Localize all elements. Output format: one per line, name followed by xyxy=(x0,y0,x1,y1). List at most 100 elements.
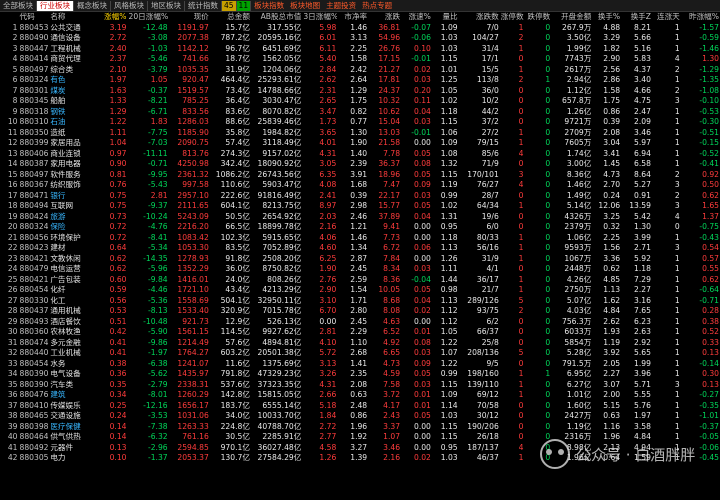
cell-1: 880454 xyxy=(19,285,49,294)
tab-4[interactable]: 地区板块 xyxy=(148,0,185,11)
tab-6[interactable]: 45 xyxy=(222,0,237,11)
table-row[interactable]: 33 880454 水务 0.38 -6.38 1241.07 11.6亿 1375.69亿 3… xyxy=(0,359,720,370)
table-row[interactable]: 29 880493 酒店餐饮 0.51 -10.48 921.73 12.9亿 526.13亿… xyxy=(0,317,720,328)
table-row[interactable]: 9 880318 钢铁 1.29 -6.71 833.56 83.6亿 8070.82亿 3.4… xyxy=(0,107,720,118)
tab-0[interactable]: 全部板块 xyxy=(0,0,37,11)
column-header[interactable]: 涨速% xyxy=(401,12,432,23)
table-row[interactable]: 22 880423 建材 0.64 -5.34 1053.30 83.5亿 7052.89亿 4… xyxy=(0,243,720,254)
column-header[interactable]: 现价 xyxy=(168,12,210,23)
cell-20: 0.38 xyxy=(702,316,719,326)
column-header[interactable]: 涨停数 xyxy=(499,12,525,23)
tab-11[interactable]: 热点专题 xyxy=(359,1,395,11)
table-row[interactable]: 8 880345 船舶 1.33 -8.21 785.25 36.4亿 3030.47亿 2.6… xyxy=(0,96,720,107)
table-row[interactable]: 12 880399 家居用品 1.04 -7.03 2090.75 57.4亿 3118.49… xyxy=(0,138,720,149)
cell-15: 0 xyxy=(545,201,551,210)
cell-16: 5.28亿 xyxy=(566,348,592,357)
table-row[interactable]: 30 880360 农林牧渔 0.42 -5.90 1561.15 114.5亿 9927.6… xyxy=(0,327,720,338)
cell-3: 0.81 xyxy=(109,169,127,179)
column-header[interactable] xyxy=(0,12,19,23)
cell-1: 880305 xyxy=(19,453,49,462)
cell-17: 2.08 xyxy=(603,127,621,137)
table-row[interactable]: 4 880414 商贸代理 2.37 -5.46 741.66 18.7亿 1562.05亿 5… xyxy=(0,54,720,65)
table-row[interactable]: 34 880390 电气设备 0.36 -5.62 1435.97 791.8亿 47329.… xyxy=(0,369,720,380)
table-row[interactable]: 13 880406 商业连锁 0.97 -11.11 813.76 274.3亿 9157.0… xyxy=(0,149,720,160)
cell-9: 1.40 xyxy=(350,148,368,158)
table-row[interactable]: 18 880494 互联网 0.75 -9.37 2111.65 604.1亿 8213.75… xyxy=(0,201,720,212)
table-row[interactable]: 14 880387 家用电器 0.90 -0.71 4250.98 342.4亿 18090.… xyxy=(0,159,720,170)
cell-3: 0.51 xyxy=(109,316,127,326)
tab-1[interactable]: 行业板块 xyxy=(37,0,74,11)
cell-0: 37 xyxy=(7,400,18,410)
cell-19: 1 xyxy=(674,337,680,347)
cell-2: 多元金融 xyxy=(50,337,81,347)
table-row[interactable]: 5 880497 综合类 2.10 -3.79 1035.35 31.9亿 1204.06亿 2… xyxy=(0,65,720,76)
cell-6: 35.8亿 xyxy=(225,127,250,137)
table-row[interactable]: 25 880421 广告包装 0.60 -9.84 1416.01 24.0亿 808.26亿… xyxy=(0,275,720,286)
cell-0: 7 xyxy=(12,85,18,95)
table-row[interactable]: 32 880440 工业机械 0.41 -1.97 1764.27 603.2亿 20501.… xyxy=(0,348,720,359)
table-row[interactable]: 27 880330 化工 0.56 -5.36 1558.69 504.1亿 32950.11… xyxy=(0,296,720,307)
column-header[interactable]: 量比 xyxy=(431,12,459,23)
table-row[interactable]: 16 880367 纺织服饰 0.76 -5.43 997.58 110.6亿 5903.47… xyxy=(0,180,720,191)
column-header[interactable]: 换手% xyxy=(592,12,622,23)
table-row[interactable]: 26 880454 化纤 0.59 -4.46 1721.10 43.4亿 4213.29亿 2… xyxy=(0,285,720,296)
column-header[interactable]: 代码 xyxy=(18,12,50,23)
table-row[interactable]: 3 880447 工程机械 2.40 -1.03 1142.12 96.7亿 6451.69亿… xyxy=(0,44,720,55)
cell-17: 2.90 xyxy=(603,54,621,63)
table-row[interactable]: 24 880479 电信运营 0.62 -5.96 1352.29 36.0亿 8750.82… xyxy=(0,264,720,275)
cell-4: -7.03 xyxy=(147,138,168,147)
column-header[interactable]: 20日涨幅% xyxy=(127,12,169,23)
cell-18: 3.99 xyxy=(634,232,651,242)
tab-10[interactable]: 主题投资 xyxy=(323,1,359,11)
cell-6: 12.9亿 xyxy=(225,316,250,326)
tab-5[interactable]: 统计指数 xyxy=(185,0,222,11)
cell-16: 1.26亿 xyxy=(566,106,592,116)
tab-9[interactable]: 板块地图 xyxy=(287,1,323,11)
table-row[interactable]: 10 880310 石油 1.22 1.83 1286.03 88.6亿 25839.46亿 1… xyxy=(0,117,720,128)
column-header[interactable]: 涨跌 xyxy=(368,12,402,23)
table-row[interactable]: 35 880390 汽车类 0.35 -2.79 2338.31 537.6亿 37323.3… xyxy=(0,380,720,391)
tab-8[interactable]: 板块指数 xyxy=(251,1,287,11)
column-header[interactable]: 昨涨幅% xyxy=(680,12,720,23)
tab-3[interactable]: 风格板块 xyxy=(111,0,148,11)
column-header[interactable]: 跌停数 xyxy=(524,12,552,23)
table-row[interactable]: 6 880324 有色 1.97 1.05 920.47 464.4亿 25293.61亿 2.… xyxy=(0,75,720,86)
column-header[interactable]: 涨跌数 xyxy=(458,12,500,23)
table-row[interactable]: 15 880497 软件服务 0.81 -9.95 2361.32 1086.2亿 26743… xyxy=(0,170,720,181)
table-row[interactable]: 17 880471 银行 0.75 2.81 2957.10 222.6亿 91816.49亿… xyxy=(0,191,720,202)
cell-14: 1 xyxy=(518,22,524,32)
tab-2[interactable]: 概念板块 xyxy=(74,0,111,11)
cell-11: 0.04 xyxy=(413,295,431,305)
cell-2: 家居用品 xyxy=(50,138,81,147)
column-header[interactable]: 换手Z xyxy=(621,12,652,23)
table-row[interactable]: 28 880437 通用机械 0.53 -8.13 1533.40 320.9亿 7015.7… xyxy=(0,306,720,317)
table-row[interactable]: 20 880324 保险 0.72 -4.76 2216.20 66.5亿 18899.78亿… xyxy=(0,222,720,233)
column-header[interactable]: 名称 xyxy=(49,12,93,23)
table-row[interactable]: 2 880490 通信设备 2.72 -3.08 2077.38 787.2亿 20595.1… xyxy=(0,33,720,44)
cell-10: 26.76 xyxy=(378,43,401,53)
column-header[interactable]: 3日涨幅% xyxy=(302,12,338,23)
table-row[interactable]: 36 880476 建筑 0.34 -8.01 1260.29 142.8亿 15815.05… xyxy=(0,390,720,401)
column-header[interactable]: 连涨天 xyxy=(651,12,681,23)
table-row[interactable]: 37 880410 传媒娱乐 0.25 -12.16 1656.17 183.7亿 6555.… xyxy=(0,401,720,412)
column-header[interactable]: 开盘金额 xyxy=(551,12,593,23)
table-row[interactable]: 19 880424 旅游 0.73 -10.24 5243.09 50.5亿 2654.92亿… xyxy=(0,212,720,223)
cell-6: 88.6亿 xyxy=(225,117,250,126)
table-row[interactable]: 31 880474 多元金融 0.41 -9.86 1214.49 57.6亿 4894.81… xyxy=(0,338,720,349)
table-row[interactable]: 23 880421 文教休闲 0.62 -14.35 1278.93 91.8亿 2508.2… xyxy=(0,254,720,265)
cell-12: 1.14 xyxy=(440,400,458,410)
cell-4: -5.90 xyxy=(147,327,168,336)
table-row[interactable]: 7 880301 煤炭 1.63 -0.37 1519.57 73.4亿 14788.66亿 2… xyxy=(0,86,720,97)
column-header[interactable]: 涨幅% xyxy=(92,12,128,23)
table-row[interactable]: 21 880456 环境保护 0.72 -8.41 1083.42 102.3亿 5915.6… xyxy=(0,233,720,244)
table-row[interactable]: 1 880453 公共交通 3.19 -12.48 1191.97 15.7亿 317.55亿… xyxy=(0,23,720,34)
table-row[interactable]: 38 880465 交通设施 0.24 -3.53 1031.06 34.0亿 10033.7… xyxy=(0,411,720,422)
cell-4: -10.48 xyxy=(143,316,168,326)
table-row[interactable]: 11 880350 造纸 1.11 -7.75 1185.90 35.8亿 1984.82亿 3… xyxy=(0,128,720,139)
column-header[interactable]: 总金额 xyxy=(209,12,251,23)
tab-7[interactable]: 11 xyxy=(236,0,252,11)
column-header[interactable]: 市净率 xyxy=(337,12,369,23)
cell-14: 4 xyxy=(518,180,524,189)
cell-2: 环境保护 xyxy=(50,232,81,242)
column-header[interactable]: AB股总市值 xyxy=(250,12,303,23)
